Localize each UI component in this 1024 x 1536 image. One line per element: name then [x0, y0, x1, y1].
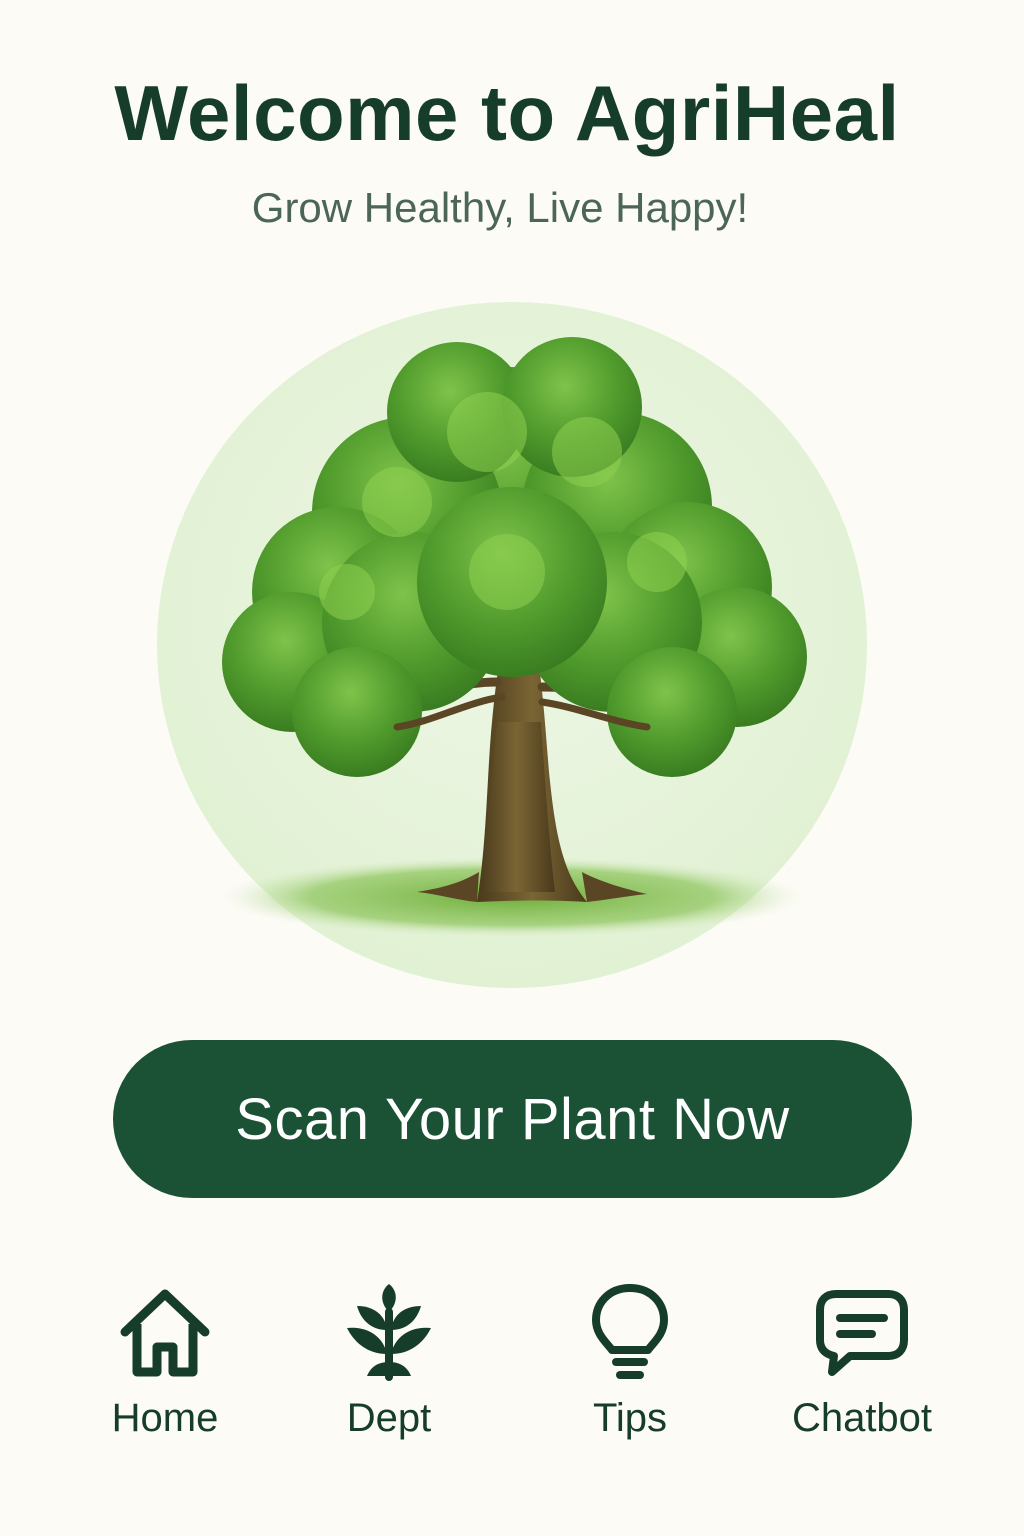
bottom-navigation: Home Dept Tips Chatbot: [0, 1280, 1024, 1460]
nav-label-chatbot: Chatbot: [791, 1396, 933, 1440]
nav-label-tips: Tips: [592, 1396, 668, 1440]
nav-item-tips[interactable]: Tips: [530, 1280, 730, 1450]
nav-item-chatbot[interactable]: Chatbot: [762, 1280, 962, 1450]
scan-plant-button[interactable]: Scan Your Plant Now: [113, 1040, 912, 1198]
tree-illustration: [157, 302, 867, 988]
plant-icon: [339, 1282, 439, 1382]
nav-item-dept[interactable]: Dept: [289, 1280, 489, 1450]
nav-label-home: Home: [111, 1396, 219, 1440]
nav-label-dept: Dept: [346, 1396, 432, 1440]
lightbulb-icon: [580, 1282, 680, 1382]
page-title: Welcome to AgriHeal: [114, 69, 900, 157]
nav-item-home[interactable]: Home: [65, 1280, 265, 1450]
page-subtitle: Grow Healthy, Live Happy!: [251, 184, 749, 231]
chat-bubble-icon: [812, 1282, 912, 1382]
home-icon: [115, 1282, 215, 1382]
